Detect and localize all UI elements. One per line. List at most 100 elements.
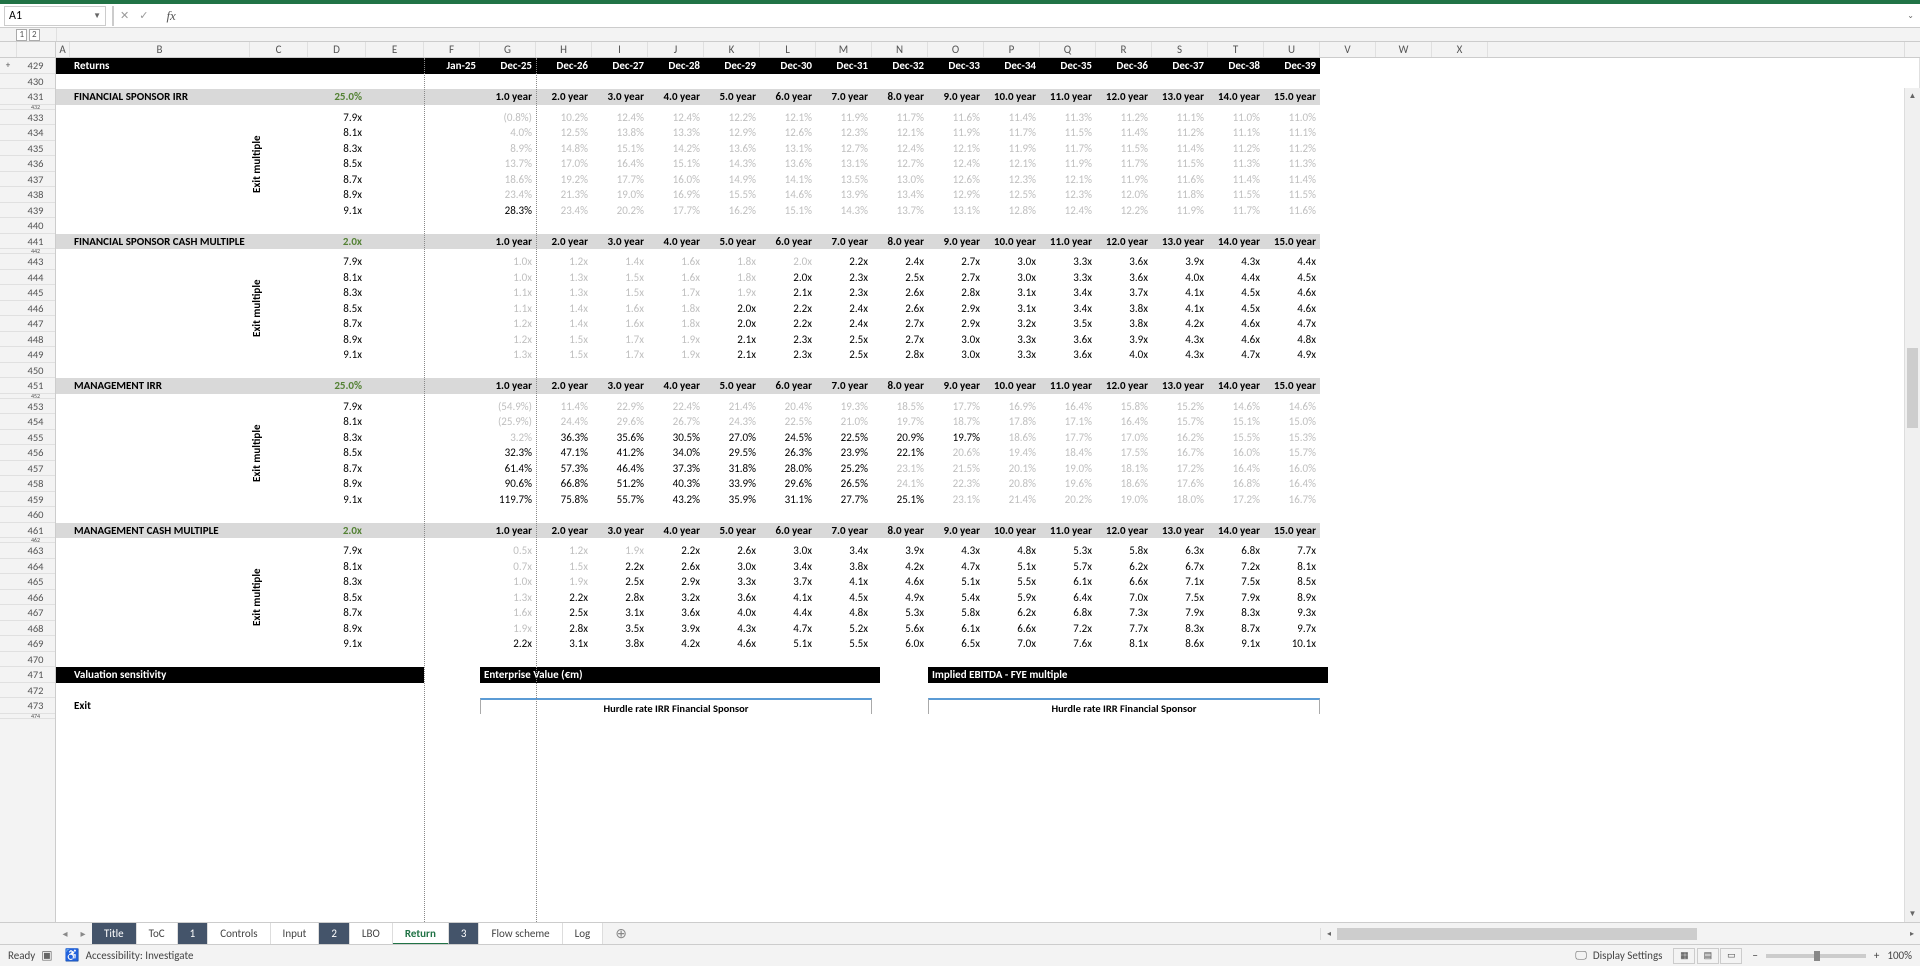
cell[interactable]: 20.1% — [984, 461, 1040, 477]
cell[interactable]: 1.0x — [480, 574, 536, 590]
cell[interactable]: 13.0% — [872, 172, 928, 188]
cell[interactable] — [366, 110, 424, 126]
cell[interactable]: 5.3x — [1040, 543, 1096, 559]
cell[interactable]: 1.9x — [648, 332, 704, 348]
cell[interactable]: 3.8x — [592, 636, 648, 652]
cell[interactable]: 16.2% — [704, 203, 760, 219]
cell[interactable]: 19.3% — [816, 399, 872, 415]
cell[interactable]: 3.8x — [816, 559, 872, 575]
cell[interactable] — [366, 332, 424, 348]
tab-return[interactable]: Return — [393, 923, 449, 945]
formula-expand-icon[interactable]: ⌄ — [1907, 11, 1914, 21]
cell[interactable]: 12.0 year — [1096, 89, 1152, 105]
cell[interactable] — [366, 141, 424, 157]
cell[interactable]: 20.6% — [928, 445, 984, 461]
cell[interactable]: 12.4% — [592, 110, 648, 126]
cell[interactable]: 15.2% — [1152, 399, 1208, 415]
tab-2[interactable]: 2 — [319, 923, 350, 945]
cell[interactable]: 22.4% — [648, 399, 704, 415]
cell[interactable]: 15.0 year — [1264, 523, 1320, 539]
cell[interactable]: 6.0 year — [760, 523, 816, 539]
cell[interactable]: 11.7% — [984, 125, 1040, 141]
cell[interactable]: 4.6x — [1264, 285, 1320, 301]
cell[interactable]: 14.3% — [704, 156, 760, 172]
cell[interactable]: Dec-26 — [536, 58, 592, 74]
cell[interactable]: 4.1x — [760, 590, 816, 606]
row-header-435[interactable]: 435 — [0, 141, 55, 157]
cell[interactable]: 25.0% — [308, 89, 366, 105]
cell[interactable]: 1.1x — [480, 301, 536, 317]
cell[interactable]: 12.0% — [1096, 187, 1152, 203]
cell[interactable]: 7.6x — [1040, 636, 1096, 652]
col-header-G[interactable]: G — [480, 42, 536, 57]
cell[interactable]: 21.5% — [928, 461, 984, 477]
cell[interactable]: 22.5% — [816, 430, 872, 446]
cell[interactable] — [424, 285, 480, 301]
tab-nav-next-icon[interactable]: ▸ — [74, 927, 92, 940]
cell[interactable]: 3.7x — [760, 574, 816, 590]
cell[interactable]: 4.6x — [1208, 316, 1264, 332]
cell[interactable]: 57.3% — [536, 461, 592, 477]
cell[interactable]: 16.9% — [648, 187, 704, 203]
cell[interactable]: 26.3% — [760, 445, 816, 461]
cell[interactable] — [250, 378, 308, 394]
scroll-up-icon[interactable]: ▲ — [1905, 88, 1920, 104]
cell[interactable]: 6.8x — [1208, 543, 1264, 559]
cell[interactable]: 14.0 year — [1208, 378, 1264, 394]
cell[interactable]: Exit multiple — [250, 543, 308, 559]
cell[interactable] — [366, 125, 424, 141]
cell[interactable]: 15.3% — [1264, 430, 1320, 446]
cell[interactable]: 16.9% — [984, 399, 1040, 415]
cell[interactable]: 11.2% — [1208, 141, 1264, 157]
cell[interactable]: 3.2% — [480, 430, 536, 446]
cell[interactable]: 1.9x — [592, 543, 648, 559]
cell[interactable]: 21.4% — [984, 492, 1040, 508]
cell[interactable]: 14.0 year — [1208, 523, 1264, 539]
cell[interactable] — [70, 203, 250, 219]
cell[interactable] — [366, 523, 424, 539]
cell[interactable]: 7.3x — [1096, 605, 1152, 621]
cell[interactable]: 19.7% — [928, 430, 984, 446]
cell[interactable]: 10.0 year — [984, 523, 1040, 539]
cell[interactable]: 27.0% — [704, 430, 760, 446]
cell[interactable]: Dec-35 — [1040, 58, 1096, 74]
cell[interactable]: 1.7x — [592, 332, 648, 348]
cell[interactable] — [424, 110, 480, 126]
cell[interactable]: 5.1x — [760, 636, 816, 652]
cell[interactable]: 4.3x — [1152, 332, 1208, 348]
cell[interactable]: 1.6x — [648, 254, 704, 270]
tab-input[interactable]: Input — [271, 923, 320, 945]
cell[interactable]: 6.0 year — [760, 89, 816, 105]
cell[interactable]: 3.9x — [1152, 254, 1208, 270]
cell[interactable]: 43.2% — [648, 492, 704, 508]
cell[interactable]: 2.2x — [816, 254, 872, 270]
cell[interactable]: 2.0x — [704, 316, 760, 332]
cell[interactable]: 4.5x — [1264, 270, 1320, 286]
cell[interactable]: 12.4% — [1040, 203, 1096, 219]
cell[interactable]: 6.2x — [984, 605, 1040, 621]
cell[interactable]: 4.6x — [872, 574, 928, 590]
cell[interactable]: 3.1x — [984, 285, 1040, 301]
cell[interactable]: 27.7% — [816, 492, 872, 508]
cell[interactable]: 2.1x — [704, 347, 760, 363]
cell[interactable] — [70, 543, 250, 559]
cell[interactable]: 17.0% — [1096, 430, 1152, 446]
zoom-slider[interactable] — [1766, 954, 1866, 958]
cell[interactable] — [70, 254, 250, 270]
cell[interactable]: 7.5x — [1152, 590, 1208, 606]
cell[interactable]: 25.2% — [816, 461, 872, 477]
cell[interactable]: 11.5% — [1096, 141, 1152, 157]
cell[interactable] — [56, 58, 70, 74]
cell[interactable]: 8.9x — [308, 621, 366, 637]
cell[interactable]: 4.3x — [1152, 347, 1208, 363]
row-header-446[interactable]: 446 — [0, 301, 55, 317]
cell[interactable]: 3.0x — [928, 347, 984, 363]
cell[interactable]: 18.6% — [1096, 476, 1152, 492]
cell[interactable]: 3.2x — [648, 590, 704, 606]
col-header-J[interactable]: J — [648, 42, 704, 57]
row-header-448[interactable]: 448 — [0, 332, 55, 348]
cell[interactable] — [424, 156, 480, 172]
cell[interactable]: 11.4% — [1264, 172, 1320, 188]
cell[interactable]: 15.0 year — [1264, 378, 1320, 394]
row-header-444[interactable]: 444 — [0, 270, 55, 286]
